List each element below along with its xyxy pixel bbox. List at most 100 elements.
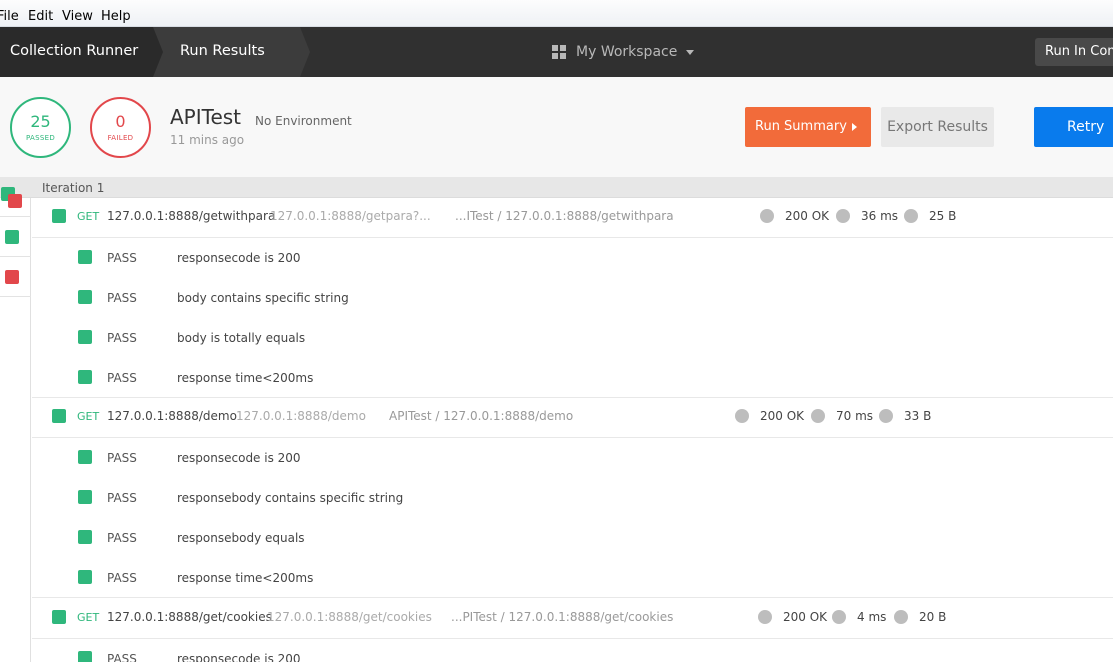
workspace-switcher[interactable]: My Workspace [552,27,695,77]
response-size: 20 B [894,610,946,624]
test-name: responsecode is 200 [177,652,301,662]
passed-count: 25 [30,112,51,131]
passed-counter: 25 PASSED [10,97,71,158]
app-header: Collection Runner Run Results My Workspa… [0,27,1113,77]
failed-counter: 0 FAILED [90,97,151,158]
iteration-rail [0,187,31,662]
response-time: 4 ms [832,610,886,624]
response-time: 36 ms [836,209,898,223]
pass-status-icon [78,450,92,464]
play-icon [852,123,857,131]
status-code-label: 200 OK [783,610,828,624]
environment-label: No Environment [255,114,352,128]
results-list: GET 127.0.0.1:8888/getwithpara 127.0.0.1… [32,198,1113,662]
request-name: 127.0.0.1:8888/get/cookies [107,610,272,624]
request-method: GET [77,410,100,423]
pass-status-icon [78,530,92,544]
menu-file[interactable]: File [0,9,19,25]
test-row: PASS response time<200ms [32,558,1113,598]
test-row: PASS response time<200ms [32,358,1113,398]
request-path: APITest / 127.0.0.1:8888/demo [389,409,574,423]
test-result: PASS [107,331,137,345]
response-time: 70 ms [811,409,873,423]
breadcrumb-arrow [300,27,310,77]
pass-status-icon [78,651,92,662]
pass-status-icon [78,490,92,504]
test-row: PASS responsebody equals [32,518,1113,558]
menu-edit[interactable]: Edit [28,9,53,25]
rail-item [0,198,31,217]
response-time-label: 36 ms [861,209,899,223]
test-result: PASS [107,371,137,385]
run-summary-label: Run Summary [755,119,847,134]
size-dot-icon [894,610,908,624]
test-name: response time<200ms [177,371,314,385]
pass-status-icon [78,330,92,344]
rail-item-passed-filter[interactable] [0,217,31,257]
status-dot-icon [735,409,749,423]
breadcrumb-arrow [153,27,163,77]
request-name: 127.0.0.1:8888/getwithpara [107,209,276,223]
pass-status-icon [78,250,92,264]
menu-help[interactable]: Help [101,9,131,25]
test-result: PASS [107,571,137,585]
test-result: PASS [107,491,137,505]
test-name: response time<200ms [177,571,314,585]
request-method: GET [77,210,100,223]
request-path: ...ITest / 127.0.0.1:8888/getwithpara [455,209,674,223]
time-dot-icon [832,610,846,624]
response-size-label: 20 B [919,610,947,624]
test-row: PASS responsecode is 200 [32,238,1113,278]
response-size-label: 25 B [929,209,957,223]
pass-status-icon [5,230,19,244]
test-row: PASS responsebody contains specific stri… [32,478,1113,518]
request-row[interactable]: GET 127.0.0.1:8888/getwithpara 127.0.0.1… [32,198,1113,238]
rail-item-failed-filter[interactable] [0,257,31,297]
time-dot-icon [811,409,825,423]
run-summary-panel: 25 PASSED 0 FAILED APITest No Environmen… [0,77,1113,177]
export-results-button[interactable]: Export Results [881,107,994,147]
response-size: 25 B [904,209,956,223]
collection-name: APITest [170,105,242,129]
test-name: responsebody contains specific string [177,491,404,505]
iteration-header[interactable]: Iteration 1 [0,177,1113,198]
breadcrumb-run-results[interactable]: Run Results [153,27,300,77]
response-time-label: 70 ms [836,409,874,423]
breadcrumb-run-results-label: Run Results [180,43,265,59]
breadcrumb-collection-runner[interactable]: Collection Runner [0,27,153,77]
request-row[interactable]: GET 127.0.0.1:8888/demo 127.0.0.1:8888/d… [32,398,1113,438]
fail-status-icon [5,270,19,284]
status-dot-icon [758,610,772,624]
test-result: PASS [107,451,137,465]
request-url: 127.0.0.1:8888/getpara?... [270,209,431,223]
test-result: PASS [107,652,137,662]
pass-status-icon [52,209,66,223]
test-row: PASS body contains specific string [32,278,1113,318]
failed-label: FAILED [107,134,134,142]
request-name: 127.0.0.1:8888/demo [107,409,237,423]
iteration-label: Iteration 1 [42,181,105,195]
size-dot-icon [879,409,893,423]
workspace-label: My Workspace [576,44,678,60]
status-code-label: 200 OK [785,209,830,223]
pass-status-icon [52,409,66,423]
test-result: PASS [107,291,137,305]
request-row[interactable]: GET 127.0.0.1:8888/get/cookies 127.0.0.1… [32,599,1113,639]
test-name: responsebody equals [177,531,305,545]
retry-button[interactable]: Retry [1034,107,1113,147]
menu-bar: File Edit View Help [0,0,1113,27]
test-row: PASS responsecode is 200 [32,438,1113,478]
test-name: responsecode is 200 [177,251,301,265]
status-code: 200 OK [758,610,827,624]
pass-status-icon [78,290,92,304]
response-time-label: 4 ms [857,610,887,624]
menu-view[interactable]: View [62,9,93,25]
time-dot-icon [836,209,850,223]
status-code: 200 OK [760,209,829,223]
run-in-command-button[interactable]: Run In Command [1035,38,1113,66]
run-summary-button[interactable]: Run Summary [745,107,871,147]
grid-icon [552,45,566,59]
test-row: PASS responsecode is 200 [32,639,1113,662]
status-dot-icon [760,209,774,223]
request-url: 127.0.0.1:8888/demo [236,409,366,423]
